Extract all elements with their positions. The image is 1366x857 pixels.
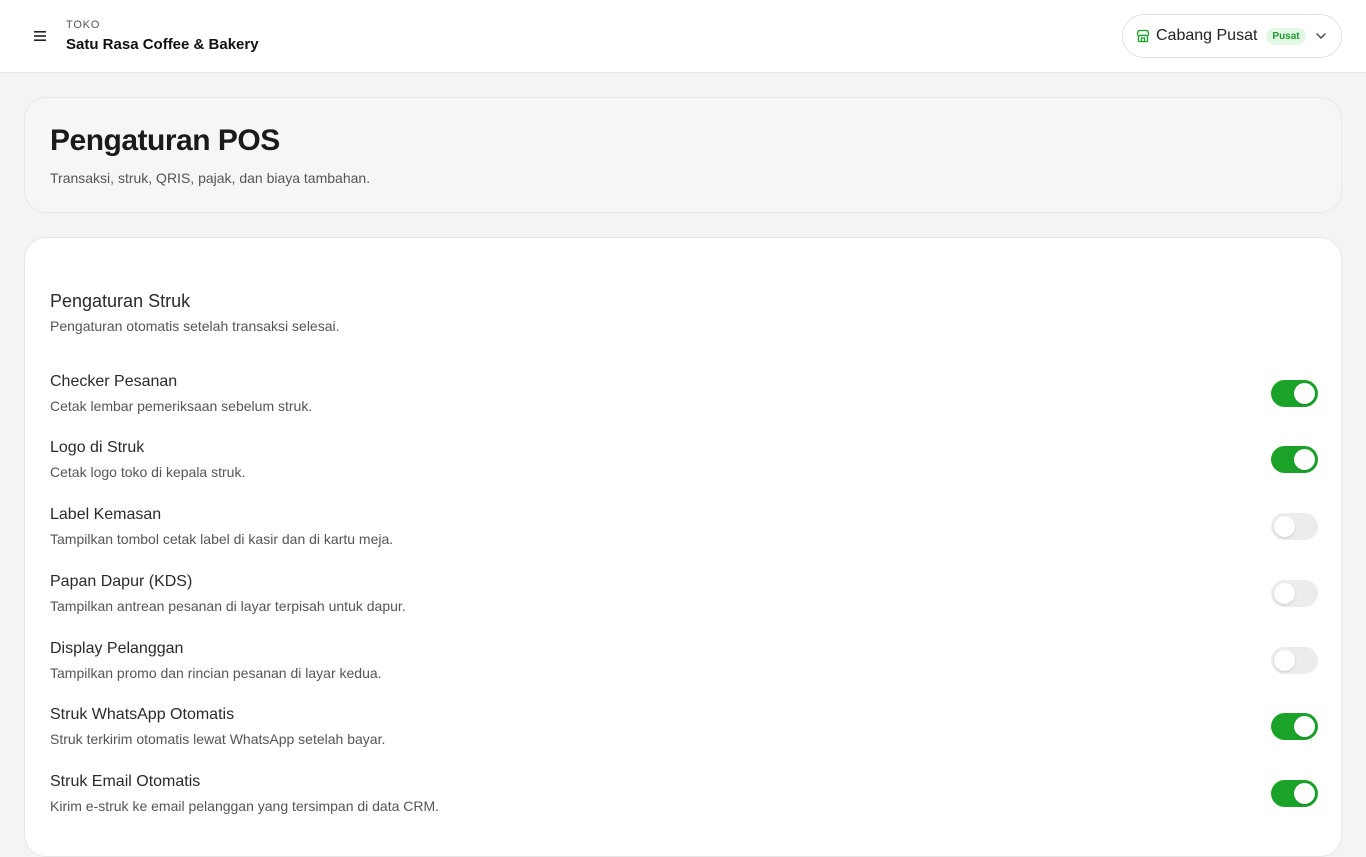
setting-description: Tampilkan antrean pesanan di layar terpi… [50, 598, 406, 614]
store-icon [1136, 29, 1150, 43]
receipt-settings-card: Pengaturan Struk Pengaturan otomatis set… [24, 237, 1342, 857]
menu-button[interactable] [28, 24, 52, 48]
struk-whatsapp-toggle[interactable] [1271, 713, 1318, 740]
setting-title: Label Kemasan [50, 506, 162, 523]
setting-row-struk-whatsapp: Struk WhatsApp Otomatis Struk terkirim o… [50, 706, 1318, 756]
setting-row-struk-email: Struk Email Otomatis Kirim e-struk ke em… [50, 773, 1318, 823]
toggle-knob [1294, 449, 1315, 470]
setting-row-checker-pesanan: Checker Pesanan Cetak lembar pemeriksaan… [50, 373, 1318, 423]
struk-email-toggle[interactable] [1271, 780, 1318, 807]
top-bar: TOKO Satu Rasa Coffee & Bakery Cabang Pu… [0, 0, 1366, 73]
toggle-knob [1294, 716, 1315, 737]
setting-title: Papan Dapur (KDS) [50, 573, 193, 590]
checker-pesanan-toggle[interactable] [1271, 380, 1318, 407]
branch-label: Cabang Pusat [1156, 27, 1258, 44]
setting-description: Cetak logo toko di kepala struk. [50, 464, 246, 480]
setting-row-label-kemasan: Label Kemasan Tampilkan tombol cetak lab… [50, 506, 1318, 556]
setting-title: Logo di Struk [50, 439, 145, 456]
setting-description: Kirim e-struk ke email pelanggan yang te… [50, 798, 440, 814]
logo-di-struk-toggle[interactable] [1271, 446, 1318, 473]
toggle-knob [1294, 783, 1315, 804]
toggle-knob [1274, 583, 1295, 604]
page-title: Pengaturan POS [50, 124, 280, 157]
setting-row-papan-dapur: Papan Dapur (KDS) Tampilkan antrean pesa… [50, 573, 1318, 623]
branch-badge: Pusat [1266, 27, 1306, 45]
setting-description: Tampilkan tombol cetak label di kasir da… [50, 531, 394, 547]
setting-row-logo-di-struk: Logo di Struk Cetak logo toko di kepala … [50, 439, 1318, 489]
store-kicker: TOKO [66, 19, 101, 31]
page-subtitle: Transaksi, struk, QRIS, pajak, dan biaya… [50, 170, 371, 186]
setting-title: Struk WhatsApp Otomatis [50, 706, 235, 723]
hamburger-icon [34, 31, 46, 41]
setting-description: Cetak lembar pemeriksaan sebelum struk. [50, 398, 313, 414]
label-kemasan-toggle[interactable] [1271, 513, 1318, 540]
setting-title: Struk Email Otomatis [50, 773, 201, 790]
toggle-knob [1274, 516, 1295, 537]
papan-dapur-toggle[interactable] [1271, 580, 1318, 607]
section-title: Pengaturan Struk [50, 291, 191, 311]
setting-title: Display Pelanggan [50, 640, 184, 657]
setting-description: Tampilkan promo dan rincian pesanan di l… [50, 665, 382, 681]
toggle-knob [1274, 650, 1295, 671]
toggle-knob [1294, 383, 1315, 404]
setting-description: Struk terkirim otomatis lewat WhatsApp s… [50, 731, 386, 747]
chevron-down-icon [1315, 33, 1326, 39]
section-description: Pengaturan otomatis setelah transaksi se… [50, 318, 340, 334]
setting-title: Checker Pesanan [50, 373, 178, 390]
display-pelanggan-toggle[interactable] [1271, 647, 1318, 674]
setting-row-display-pelanggan: Display Pelanggan Tampilkan promo dan ri… [50, 640, 1318, 690]
branch-selector[interactable]: Cabang Pusat Pusat [1122, 14, 1342, 58]
page-header-card: Pengaturan POS Transaksi, struk, QRIS, p… [24, 97, 1342, 213]
store-name: Satu Rasa Coffee & Bakery [66, 36, 259, 53]
